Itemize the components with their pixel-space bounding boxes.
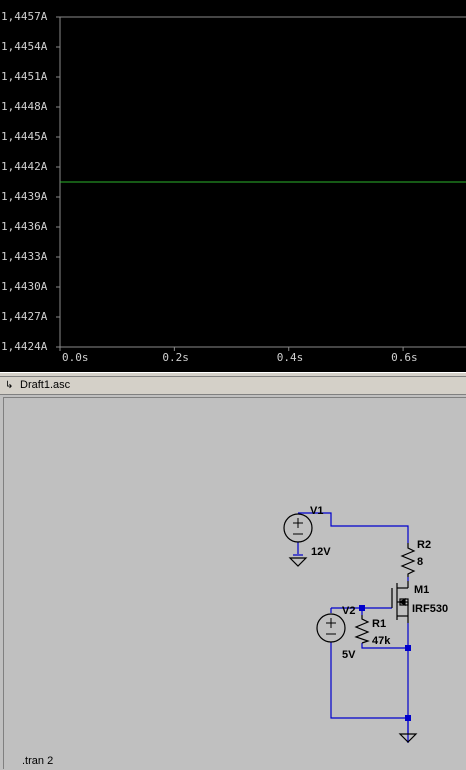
y-tick-label: 1,4445A [1,130,48,143]
v2-value: 5V [342,649,356,661]
r2-name: R2 [417,539,431,551]
waveform-plot-pane[interactable]: 1,4457A 1,4454A 1,4451A 1,4448A 1,4445A 1,444… [0,0,466,372]
y-tick-label: 1,4457A [1,10,48,23]
x-tick-label: 0.0s [62,351,89,364]
x-tick-label: 0.4s [276,351,304,364]
x-tick-label: 0.2s [162,351,189,364]
r2-resistor-symbol[interactable] [400,543,416,577]
y-tick-label: 1,4439A [1,190,48,203]
v1-source-symbol[interactable] [283,513,313,543]
schematic-window-title: Draft1.asc [20,379,71,391]
spice-directive[interactable]: .tran 2 [22,755,53,767]
v1-name: V1 [310,505,323,517]
y-tick-label: 1,4424A [1,340,48,353]
v2-name: V2 [342,605,355,617]
schematic-titlebar[interactable]: ↳ Draft1.asc [0,377,466,395]
r1-name: R1 [372,618,386,630]
v1-value: 12V [311,546,331,558]
y-tick-label: 1,4451A [1,70,48,83]
plot-axes [56,16,466,351]
y-tick-label: 1,4427A [1,310,48,323]
x-tick-label: 0.6s [391,351,418,364]
r1-resistor-symbol[interactable] [354,615,370,644]
y-tick-label: 1,4433A [1,250,48,263]
junction-gate [359,605,365,611]
schematic-canvas[interactable]: V1 12V R2 8 M1 IRF530 V2 5V R1 47k .tran… [3,397,466,769]
r2-value: 8 [417,556,423,568]
y-tick-label: 1,4448A [1,100,48,113]
r1-value: 47k [372,635,391,647]
m1-mosfet-symbol[interactable] [391,581,409,623]
y-tick-label: 1,4430A [1,280,48,293]
m1-name: M1 [414,584,429,596]
wire-v1-r2[interactable] [298,512,409,543]
v2-source-symbol[interactable] [316,613,346,643]
schematic-doc-icon: ↳ [5,380,14,391]
schematic-window[interactable]: ↳ Draft1.asc V1 12V R2 8 M1 IRF530 V2 5V… [0,377,466,769]
junction-source [405,645,411,651]
m1-value: IRF530 [412,603,448,615]
schematic-drawing[interactable]: V1 12V R2 8 M1 IRF530 V2 5V R1 47k .tran… [4,398,466,770]
waveform-plot[interactable] [0,0,466,372]
ground-v1-symbol [288,557,308,567]
y-tick-label: 1,4454A [1,40,48,53]
y-tick-label: 1,4436A [1,220,48,233]
y-tick-label: 1,4442A [1,160,48,173]
